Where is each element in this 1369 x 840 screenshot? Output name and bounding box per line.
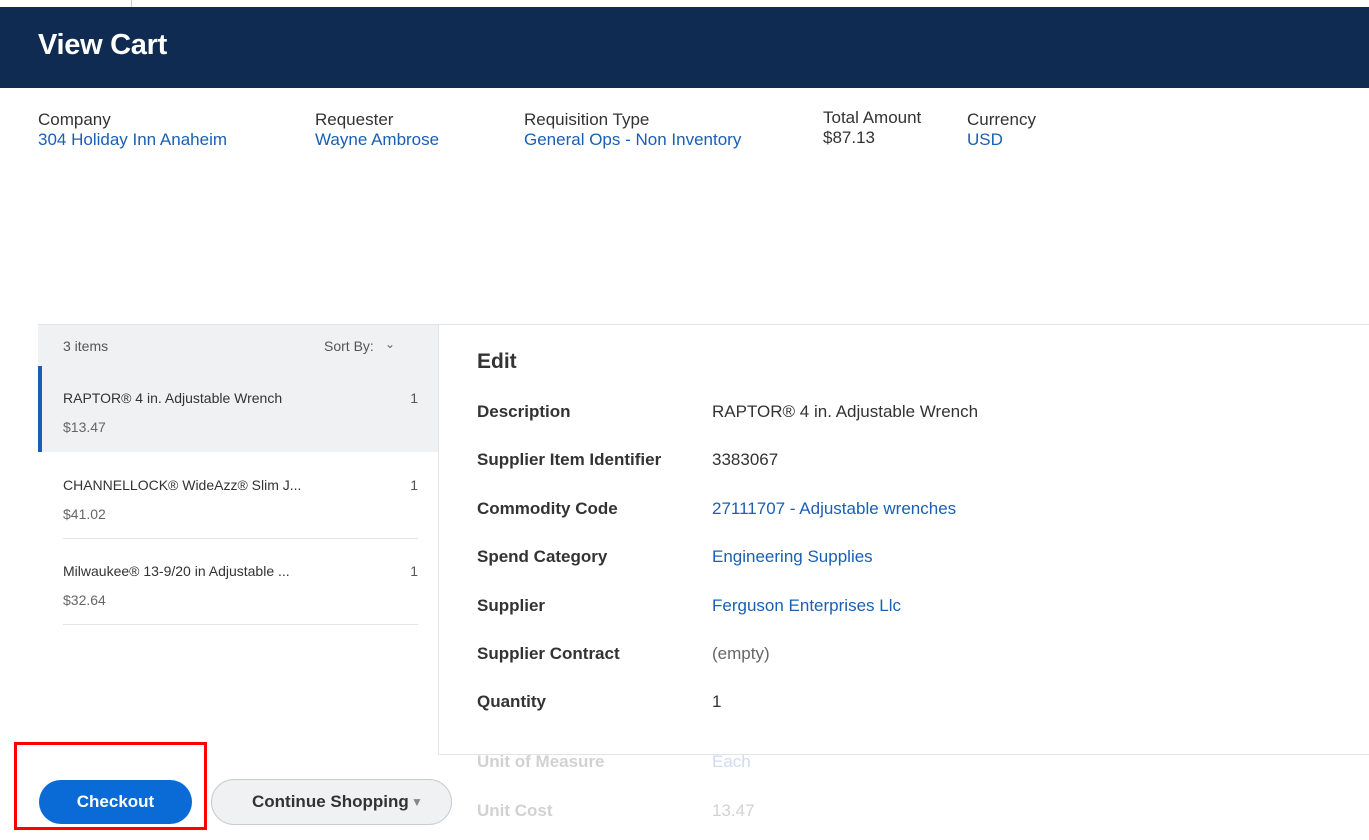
requisition-type-field: Requisition Type General Ops - Non Inven… (524, 110, 741, 150)
selected-indicator (38, 366, 42, 452)
chevron-down-icon[interactable]: ⌄ (385, 337, 395, 351)
spend-category-link[interactable]: Engineering Supplies (712, 547, 873, 567)
list-item[interactable]: Milwaukee® 13-9/20 in Adjustable ... 1 $… (38, 539, 438, 625)
total-amount-field: Total Amount $87.13 (823, 108, 921, 148)
edit-title: Edit (477, 350, 517, 373)
currency-label: Currency (967, 110, 1036, 129)
unit-cost-label: Unit Cost (477, 801, 553, 820)
requester-label: Requester (315, 110, 394, 129)
item-price: $41.02 (63, 506, 106, 522)
currency-link[interactable]: USD (967, 130, 1036, 150)
supplier-contract-value: (empty) (712, 644, 770, 663)
supplier-contract-label: Supplier Contract (477, 644, 620, 663)
continue-shopping-label: Continue Shopping (252, 792, 409, 811)
list-header: 3 items Sort By: ⌄ (38, 324, 438, 366)
requester-link[interactable]: Wayne Ambrose (315, 130, 439, 150)
tab-divider (131, 0, 132, 7)
list-item[interactable]: CHANNELLOCK® WideAzz® Slim J... 1 $41.02 (38, 453, 438, 539)
list-item[interactable]: RAPTOR® 4 in. Adjustable Wrench 1 $13.47 (38, 366, 438, 452)
item-name: CHANNELLOCK® WideAzz® Slim J... (63, 477, 302, 493)
description-label: Description (477, 402, 571, 421)
total-amount-value: $87.13 (823, 128, 875, 147)
item-qty: 1 (410, 477, 418, 493)
currency-field: Currency USD (967, 110, 1036, 150)
detail-top-border (438, 324, 1369, 325)
total-amount-label: Total Amount (823, 108, 922, 127)
unit-cost-value: 13.47 (712, 801, 755, 820)
item-divider (63, 624, 418, 625)
requisition-type-link[interactable]: General Ops - Non Inventory (524, 130, 741, 150)
continue-shopping-button[interactable]: Continue Shopping ▼ (211, 779, 452, 825)
item-name: Milwaukee® 13-9/20 in Adjustable ... (63, 563, 290, 579)
cart-item-list: 3 items Sort By: ⌄ RAPTOR® 4 in. Adjusta… (38, 324, 438, 764)
company-field: Company 304 Holiday Inn Anaheim (38, 110, 227, 150)
supplier-item-identifier-label: Supplier Item Identifier (477, 450, 662, 469)
quantity-value: 1 (712, 692, 722, 711)
quantity-label: Quantity (477, 692, 546, 711)
top-strip (0, 0, 1369, 7)
requisition-type-label: Requisition Type (524, 110, 650, 129)
commodity-code-label: Commodity Code (477, 499, 618, 518)
panel-divider (438, 324, 439, 754)
page-header: View Cart (0, 7, 1369, 88)
item-qty: 1 (410, 563, 418, 579)
item-price: $32.64 (63, 592, 106, 608)
unit-of-measure-value: Each (712, 752, 751, 771)
caret-down-icon: ▼ (411, 795, 423, 809)
supplier-label: Supplier (477, 596, 546, 615)
checkout-highlight-box (14, 742, 207, 830)
company-link[interactable]: 304 Holiday Inn Anaheim (38, 130, 227, 150)
supplier-link[interactable]: Ferguson Enterprises Llc (712, 596, 901, 616)
company-label: Company (38, 110, 111, 129)
commodity-code-link[interactable]: 27111707 - Adjustable wrenches (712, 499, 956, 519)
requester-field: Requester Wayne Ambrose (315, 110, 439, 150)
spend-category-label: Spend Category (477, 547, 608, 566)
unit-of-measure-label: Unit of Measure (477, 752, 605, 771)
page-title: View Cart (38, 29, 167, 61)
item-qty: 1 (410, 390, 418, 406)
supplier-item-identifier-value: 3383067 (712, 450, 779, 469)
item-count: 3 items (63, 338, 109, 354)
sort-by-button[interactable]: Sort By: (324, 338, 374, 354)
description-value: RAPTOR® 4 in. Adjustable Wrench (712, 402, 979, 421)
item-price: $13.47 (63, 419, 106, 435)
item-name: RAPTOR® 4 in. Adjustable Wrench (63, 390, 283, 406)
